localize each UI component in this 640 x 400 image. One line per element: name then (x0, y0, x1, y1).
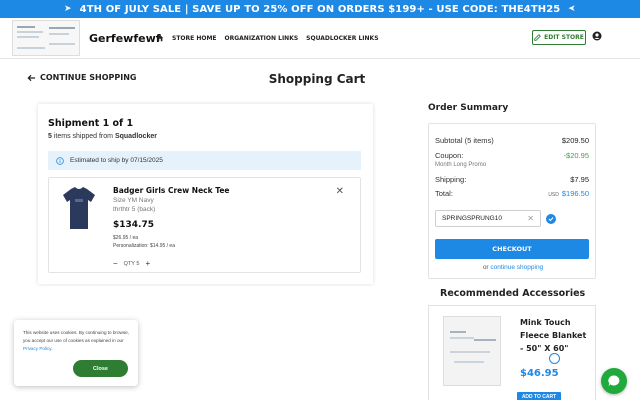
chevron-left-icon: ➤ (568, 4, 576, 14)
order-summary-card: Subtotal (5 items) $209.50 Coupon: -$20.95… (428, 123, 596, 279)
coupon-name: Month Long Promo (435, 162, 487, 168)
currency-label: USD (548, 192, 559, 198)
nav-store-home[interactable]: STORE HOME (172, 35, 217, 42)
promo-code-value: SPRINGSPRUNG10 (442, 215, 502, 222)
continue-shopping-label: CONTINUE SHOPPING (40, 73, 137, 82)
page-title: Shopping Cart (268, 72, 366, 86)
cookie-text: This website uses cookies. By continuing… (23, 330, 129, 351)
subtotal-row: Subtotal (5 items) $209.50 (435, 136, 589, 145)
decrease-qty-button[interactable]: − (113, 259, 118, 268)
recommended-product-name[interactable]: Mink Touch Fleece Blanket - 50" X 60" (520, 316, 592, 355)
add-to-cart-button[interactable]: ADD TO CART (517, 392, 561, 400)
or-continue-text: or continue shopping (482, 264, 544, 271)
recommended-product-image[interactable] (443, 316, 501, 386)
info-icon (56, 156, 64, 165)
item-unit-price: $26.95 / ea (113, 235, 139, 241)
cart-item: Badger Girls Crew Neck Tee Size YM Navy … (48, 177, 361, 273)
order-summary-title: Order Summary (428, 103, 509, 113)
shipment-title: Shipment 1 of 1 (48, 118, 134, 129)
clear-code-icon[interactable]: ✕ (527, 214, 534, 223)
close-icon[interactable]: ✕ (336, 186, 344, 197)
edit-store-button[interactable]: EDIT STORE (532, 30, 586, 45)
shipment-subtitle: 5 items shipped from Squadlocker (48, 133, 157, 140)
promo-code-field[interactable]: SPRINGSPRUNG10 ✕ (435, 210, 541, 227)
recommended-product-price: $46.95 (520, 368, 559, 379)
ship-estimate-notice: Estimated to ship by 07/15/2025 (48, 151, 361, 170)
privacy-policy-link[interactable]: Privacy Policy (23, 346, 51, 351)
chat-icon (608, 375, 620, 387)
promo-text: 4TH OF JULY SALE | SAVE UP TO 25% OFF ON… (79, 3, 561, 15)
promo-banner: ➤ 4TH OF JULY SALE | SAVE UP TO 25% OFF … (0, 0, 640, 18)
shipment-card: Shipment 1 of 1 5 items shipped from Squ… (38, 104, 373, 284)
site-header: Gerfewfewf STORE HOME ORGANIZATION LINKS… (0, 18, 640, 59)
total-row: Total: USD $196.50 (435, 189, 589, 198)
item-personalization: Personalization: $14.95 / ea (113, 243, 175, 249)
item-size: Size YM Navy (113, 197, 154, 204)
main-nav: STORE HOME ORGANIZATION LINKS SQUADLOCKE… (156, 34, 379, 42)
continue-shopping-link[interactable]: CONTINUE SHOPPING (27, 73, 136, 82)
qty-label: QTY 5 (123, 260, 140, 267)
recommended-card: Mink Touch Fleece Blanket - 50" X 60" $4… (428, 305, 596, 400)
checkout-button[interactable]: CHECKOUT (435, 239, 589, 259)
increase-qty-button[interactable]: + (145, 259, 150, 268)
apply-code-button[interactable] (546, 214, 556, 224)
quantity-stepper: − QTY 5 + (113, 258, 150, 269)
recommended-title: Recommended Accessories (440, 288, 586, 299)
item-price: $134.75 (113, 220, 154, 230)
store-logo[interactable] (12, 20, 80, 56)
arrow-left-icon (27, 74, 36, 81)
coupon-row: Coupon: -$20.95 (435, 151, 589, 160)
user-icon[interactable] (592, 31, 602, 41)
edit-store-label: EDIT STORE (544, 34, 584, 41)
check-icon (548, 217, 554, 222)
cookie-close-button[interactable]: Close (73, 360, 128, 377)
item-name[interactable]: Badger Girls Crew Neck Tee (113, 186, 230, 195)
product-image[interactable] (59, 185, 99, 231)
continue-shopping-bottom-link[interactable]: continue shopping (490, 264, 543, 271)
nav-organization-links[interactable]: ORGANIZATION LINKS (225, 35, 299, 42)
pencil-icon (534, 34, 542, 41)
shipping-row: Shipping: $7.95 (435, 175, 589, 184)
item-option: thrthtr 5 (back) (113, 206, 156, 213)
home-icon (156, 34, 164, 42)
chevron-right-icon: ➤ (64, 4, 72, 14)
nav-squadlocker-links[interactable]: SQUADLOCKER LINKS (306, 35, 378, 42)
ship-estimate-text: Estimated to ship by 07/15/2025 (70, 157, 163, 164)
cookie-banner: This website uses cookies. By continuing… (14, 320, 138, 386)
chat-button[interactable] (601, 368, 627, 394)
loading-spinner-icon (549, 353, 560, 364)
store-name[interactable]: Gerfewfewf (89, 32, 161, 45)
